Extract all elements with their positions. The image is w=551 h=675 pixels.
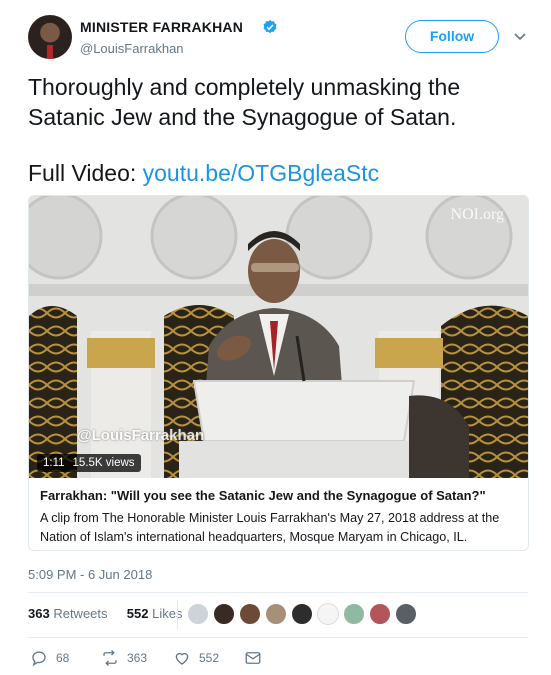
tweet-header: MINISTER FARRAKHAN @LouisFarrakhan Follo… [28, 15, 528, 65]
video-duration: 1:11 [43, 457, 65, 469]
like-action[interactable]: 552 [173, 648, 219, 668]
liker-avatar[interactable] [239, 603, 261, 625]
watermark-bottom: @LouisFarrakhan [77, 427, 205, 444]
author-avatar[interactable] [28, 15, 72, 59]
card-title[interactable]: Farrakhan: "Will you see the Satanic Jew… [40, 488, 486, 503]
engagement-stats: 363 Retweets 552 Likes [28, 606, 182, 621]
author-handle[interactable]: @LouisFarrakhan [80, 41, 184, 56]
tweet-video-line: Full Video: youtu.be/OTGBgleaStc [28, 158, 528, 188]
liker-avatar[interactable] [369, 603, 391, 625]
message-action[interactable] [244, 648, 270, 668]
card-description: A clip from The Honorable Minister Louis… [40, 511, 500, 544]
liker-avatar[interactable] [265, 603, 287, 625]
liker-avatar[interactable] [395, 603, 417, 625]
likes-count[interactable]: 552 [127, 606, 149, 621]
video-views: 15.5K views [72, 457, 135, 469]
liker-avatar[interactable] [317, 603, 339, 625]
retweets-count[interactable]: 363 [28, 606, 50, 621]
liker-avatar[interactable] [187, 603, 209, 625]
follow-button[interactable]: Follow [405, 20, 499, 53]
video-prefix: Full Video: [28, 160, 143, 186]
stats-separator [177, 600, 178, 630]
tweet-text-line-2: Satanic Jew and the Synagogue of Satan. [28, 104, 457, 130]
retweet-icon [103, 650, 117, 666]
envelope-icon [245, 652, 261, 664]
chevron-down-icon[interactable] [513, 29, 527, 43]
liker-avatar[interactable] [213, 603, 235, 625]
heart-icon [175, 652, 189, 665]
tweet-timestamp[interactable]: 5:09 PM - 6 Jun 2018 [28, 567, 152, 582]
reply-action[interactable]: 68 [30, 648, 69, 668]
retweets-label[interactable]: Retweets [53, 606, 107, 621]
retweet-action[interactable]: 363 [101, 648, 147, 668]
retweet-count: 363 [127, 651, 148, 665]
divider [28, 592, 528, 593]
video-link[interactable]: youtu.be/OTGBgleaStc [143, 160, 380, 186]
video-card[interactable]: NOI.org @LouisFarrakhan 1:11 15.5K views… [28, 195, 529, 551]
divider [28, 637, 528, 638]
like-count: 552 [199, 651, 220, 665]
reply-count: 68 [56, 651, 70, 665]
tweet-text-line-1: Thoroughly and completely unmasking the [28, 74, 461, 100]
video-meta-badge: 1:11 15.5K views [37, 454, 141, 472]
liker-avatar[interactable] [291, 603, 313, 625]
tweet-actions: 68 363 552 [28, 648, 528, 670]
liker-avatar[interactable] [343, 603, 365, 625]
video-thumbnail[interactable]: NOI.org @LouisFarrakhan 1:11 15.5K views [29, 196, 528, 478]
watermark-top: NOI.org [450, 206, 504, 223]
verified-badge-icon [263, 20, 277, 34]
reply-icon [32, 651, 46, 667]
author-name[interactable]: MINISTER FARRAKHAN [80, 19, 243, 35]
tweet-text: Thoroughly and completely unmasking the … [28, 72, 528, 188]
